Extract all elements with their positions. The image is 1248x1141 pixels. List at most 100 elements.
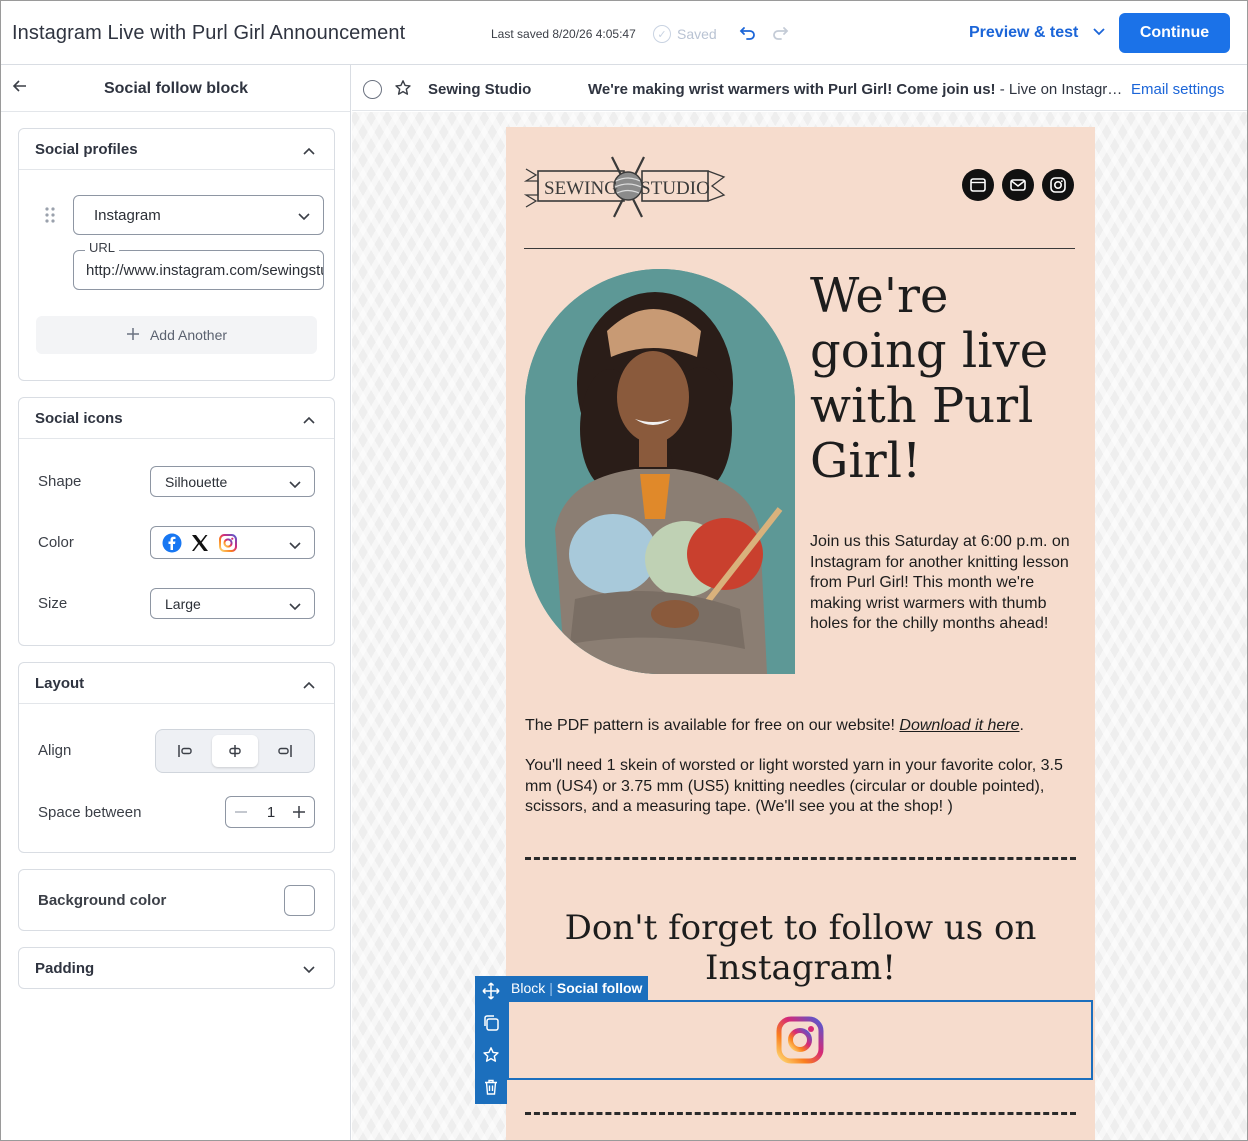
sewing-studio-logo[interactable]: SEWING STUDIO [523, 155, 726, 226]
url-label: URL [85, 240, 120, 255]
shape-value: Silhouette [165, 474, 228, 490]
panel-title: Padding [35, 960, 95, 977]
social-icons-panel: Social icons Shape Silhouette Color Size… [18, 397, 335, 646]
chevron-down-icon [1092, 24, 1106, 42]
header-divider [524, 248, 1075, 249]
panel-title: Social icons [35, 410, 123, 427]
dashed-divider [525, 857, 1076, 860]
star-icon[interactable] [482, 1046, 500, 1064]
add-another-button[interactable]: Add Another [36, 316, 317, 354]
subject-rest: - Live on Instagram [995, 81, 1124, 98]
dashed-divider [525, 1112, 1076, 1115]
chevron-down-icon [288, 477, 302, 493]
email-settings-link[interactable]: Email settings [1131, 81, 1224, 98]
subject-bold: We're making wrist warmers with Purl Gir… [588, 81, 996, 98]
social-profiles-header[interactable]: Social profiles [19, 129, 334, 170]
logo-text-sewing: SEWING [544, 178, 618, 199]
pdf-end: . [1019, 717, 1024, 734]
download-link[interactable]: Download it here [899, 717, 1019, 734]
instagram-icon [218, 533, 238, 556]
network-value: Instagram [94, 207, 161, 224]
shape-select[interactable]: Silhouette [150, 466, 315, 497]
app-window: Instagram Live with Purl Girl Announceme… [0, 0, 1248, 1141]
chevron-down-icon [288, 599, 302, 615]
logo-text-studio: STUDIO [640, 178, 710, 199]
url-input[interactable]: http://www.instagram.com/sewingstudio [73, 250, 324, 290]
chevron-up-icon[interactable] [302, 143, 316, 161]
from-name: Sewing Studio [428, 81, 532, 98]
block-type-label: Social follow [556, 980, 643, 996]
size-select[interactable]: Large [150, 588, 315, 619]
x-logo-icon [190, 533, 210, 556]
move-icon[interactable] [482, 982, 500, 1000]
trash-icon[interactable] [482, 1078, 500, 1096]
website-icon[interactable] [962, 169, 994, 201]
shape-label: Shape [38, 473, 82, 490]
pdf-paragraph[interactable]: The PDF pattern is available for free on… [525, 716, 1081, 737]
intro-paragraph[interactable]: Join us this Saturday at 6:00 p.m. on In… [810, 532, 1080, 635]
align-center-icon[interactable] [212, 735, 258, 767]
background-color-label: Background color [38, 892, 167, 909]
align-label: Align [38, 742, 72, 759]
chevron-up-icon[interactable] [302, 677, 316, 695]
chevron-down-icon[interactable] [302, 962, 316, 980]
layout-panel: Layout Align Space between 1 [18, 662, 335, 853]
size-label: Size [38, 595, 68, 612]
facebook-icon [162, 533, 182, 556]
panel-title: Social profiles [35, 141, 138, 158]
undo-icon[interactable] [739, 23, 757, 46]
social-icons-header[interactable]: Social icons [19, 398, 334, 439]
preview-label: Preview & test [969, 24, 1079, 41]
woman-with-yarn-photo[interactable] [525, 269, 795, 674]
background-color-panel: Background color [18, 869, 335, 931]
align-left-icon[interactable] [166, 737, 204, 765]
email-preview-bar: Sewing Studio We're making wrist warmers… [352, 65, 1247, 111]
padding-panel: Padding [18, 947, 335, 989]
space-between-stepper: 1 [225, 796, 315, 828]
tag-separator: | [549, 980, 553, 996]
layout-header[interactable]: Layout [19, 663, 334, 704]
panel-title: Layout [35, 675, 85, 692]
align-right-icon[interactable] [266, 737, 304, 765]
document-title[interactable]: Instagram Live with Purl Girl Announceme… [12, 22, 405, 45]
block-toolbar [475, 976, 507, 1104]
preview-test-button[interactable]: Preview & test [969, 24, 1106, 42]
check-circle-icon: ✓ [653, 25, 671, 43]
headline[interactable]: We're going live with Purl Girl! [810, 269, 1080, 489]
url-value: http://www.instagram.com/sewingstudio [86, 262, 324, 279]
email-icon[interactable] [1002, 169, 1034, 201]
chevron-up-icon[interactable] [302, 412, 316, 430]
supplies-paragraph[interactable]: You'll need 1 skein of worsted or light … [525, 756, 1081, 818]
block-type-tag: Block | Social follow [505, 976, 649, 1000]
redo-icon[interactable] [771, 23, 789, 46]
chevron-down-icon [288, 538, 302, 554]
sidebar-title: Social follow block [103, 80, 249, 97]
continue-button[interactable]: Continue [1119, 13, 1230, 53]
select-radio[interactable] [363, 80, 382, 99]
add-another-label: Add Another [149, 327, 228, 343]
block-label: Block [511, 980, 546, 996]
instagram-icon[interactable] [775, 1015, 825, 1065]
space-between-value[interactable]: 1 [256, 804, 286, 821]
duplicate-icon[interactable] [482, 1014, 500, 1032]
space-between-label: Space between [38, 804, 142, 821]
properties-sidebar: Social follow block Social profiles Inst… [1, 65, 351, 1140]
padding-header[interactable]: Padding [19, 948, 334, 989]
minus-icon[interactable] [234, 805, 248, 824]
size-value: Large [165, 596, 201, 612]
background-color-swatch[interactable] [284, 885, 315, 916]
pdf-text: The PDF pattern is available for free on… [525, 717, 900, 734]
network-select[interactable]: Instagram [73, 195, 324, 235]
sidebar-header: Social follow block [1, 65, 350, 112]
drag-handle-icon[interactable] [45, 207, 55, 228]
color-select[interactable] [150, 526, 315, 559]
align-segmented-control [155, 729, 315, 773]
instagram-icon[interactable] [1042, 169, 1074, 201]
star-icon[interactable] [394, 79, 412, 102]
last-saved-text: Last saved 8/20/26 4:05:47 [491, 27, 636, 41]
top-bar: Instagram Live with Purl Girl Announceme… [1, 1, 1247, 65]
chevron-down-icon [297, 209, 311, 225]
plus-icon[interactable] [292, 805, 306, 824]
social-profiles-panel: Social profiles Instagram http://www.ins… [18, 128, 335, 381]
header-social-icons [962, 169, 1074, 201]
